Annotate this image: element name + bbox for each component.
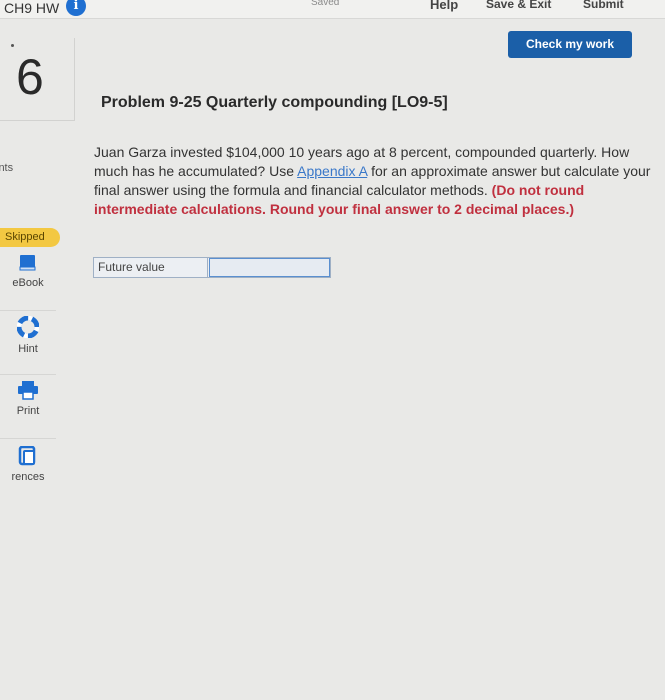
question-sidebar: 6 ints Skipped eBook Hint Print rences	[0, 38, 76, 700]
top-bar: CH9 HW i Saved Help Save & Exit Submit	[0, 0, 665, 19]
help-link[interactable]: Help	[430, 0, 458, 12]
printer-icon	[18, 381, 38, 400]
references-tool[interactable]: rences	[0, 438, 56, 502]
print-label: Print	[16, 405, 40, 417]
ebook-label: eBook	[12, 277, 44, 289]
problem-title: Problem 9-25 Quarterly compounding [LO9-…	[101, 94, 448, 111]
future-value-label: Future value	[94, 258, 208, 277]
question-number-box: 6	[0, 38, 75, 121]
references-icon	[18, 446, 36, 466]
problem-text: Juan Garza invested $104,000 10 years ag…	[94, 143, 654, 219]
references-label: rences	[11, 471, 45, 483]
future-value-input[interactable]	[209, 258, 330, 277]
points-label: ints	[0, 162, 14, 174]
check-my-work-button[interactable]: Check my work	[508, 31, 632, 58]
hint-label: Hint	[18, 343, 38, 355]
skipped-badge: Skipped	[0, 228, 60, 247]
submit-button[interactable]: Submit	[583, 0, 624, 11]
book-icon	[19, 255, 36, 271]
print-tool[interactable]: Print	[0, 374, 56, 439]
hint-tool[interactable]: Hint	[0, 310, 56, 375]
info-icon[interactable]: i	[66, 0, 86, 16]
lifebuoy-icon	[17, 316, 39, 338]
appendix-a-link[interactable]: Appendix A	[297, 163, 367, 179]
save-exit-button[interactable]: Save & Exit	[486, 0, 551, 11]
ebook-tool[interactable]: eBook	[0, 248, 56, 311]
assignment-title: CH9 HW	[4, 0, 60, 16]
saved-status: Saved	[311, 0, 340, 8]
question-number: 6	[16, 49, 44, 105]
answer-row: Future value	[93, 257, 331, 278]
marker-dot	[11, 44, 14, 47]
